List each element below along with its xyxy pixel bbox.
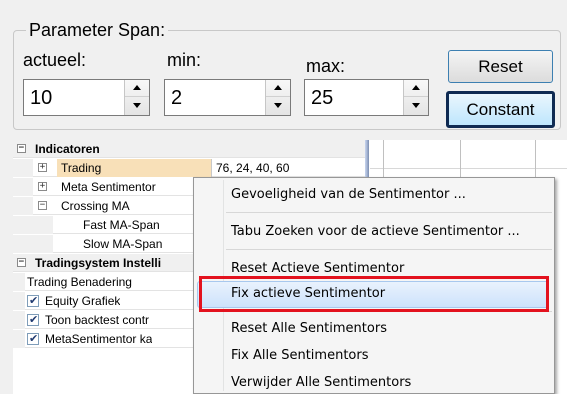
actueel-spinner[interactable]: 10 — [23, 79, 150, 116]
checkmark-icon: ✔ — [29, 313, 39, 326]
menu-item-verwijder-alle[interactable]: Verwijder Alle Sentimentors — [231, 375, 411, 391]
tree-row-label: Tradingsystem Instelli — [35, 256, 162, 270]
tree-row-label: Indicatoren — [35, 142, 100, 156]
menu-item-tabu-zoeken[interactable]: Tabu Zoeken voor de actieve Sentimentor … — [231, 224, 520, 240]
metasentimentor-checkbox[interactable]: ✔ — [27, 332, 39, 345]
tree-row-trading[interactable]: + Trading 76, 24, 40, 60 — [13, 159, 365, 177]
min-spinner[interactable]: 2 — [164, 79, 291, 116]
tree-indent — [13, 311, 25, 329]
menu-separator — [226, 249, 552, 250]
actueel-label: actueel: — [23, 50, 87, 70]
tree-indent — [13, 273, 25, 291]
triangle-down-icon — [133, 103, 141, 108]
max-spinner[interactable]: 25 — [304, 79, 429, 116]
max-label: max: — [306, 56, 346, 76]
reset-button[interactable]: Reset — [448, 50, 553, 83]
checkmark-icon: ✔ — [29, 294, 39, 307]
tree-indent — [13, 197, 33, 215]
min-spin-buttons — [265, 80, 290, 115]
tree-row-label: Trading Benadering — [27, 275, 132, 289]
toon-backtest-checkbox[interactable]: ✔ — [27, 313, 39, 326]
min-decrement-button[interactable] — [266, 97, 290, 114]
actueel-decrement-button[interactable] — [125, 97, 149, 114]
max-value[interactable]: 25 — [311, 87, 333, 109]
constant-button[interactable]: Constant — [446, 91, 555, 128]
min-value[interactable]: 2 — [171, 87, 182, 109]
tree-row-label: Trading — [57, 159, 211, 177]
minus-expander-icon[interactable]: − — [17, 144, 26, 153]
application-window: Parameter Span: actueel: min: max: 10 2 … — [0, 0, 567, 394]
plus-expander-icon[interactable]: + — [38, 163, 47, 172]
menu-item-reset-actieve[interactable]: Reset Actieve Sentimentor — [231, 261, 404, 277]
tree-indent — [13, 235, 53, 253]
checkmark-icon: ✔ — [29, 332, 39, 345]
tree-row-label: Fast MA-Span — [83, 218, 160, 232]
tree-row-label: Equity Grafiek — [45, 294, 121, 308]
triangle-down-icon — [412, 103, 420, 108]
tree-row-label: Crossing MA — [61, 199, 130, 213]
tree-row-label: Toon backtest contr — [45, 313, 150, 327]
minus-expander-icon[interactable]: − — [17, 258, 26, 267]
tree-indent — [13, 216, 53, 234]
tree-indent — [13, 178, 33, 196]
menu-separator — [226, 212, 552, 213]
menu-item-reset-alle[interactable]: Reset Alle Sentimentors — [231, 321, 387, 337]
max-increment-button[interactable] — [404, 80, 428, 97]
equity-grafiek-checkbox[interactable]: ✔ — [27, 294, 39, 307]
minus-expander-icon[interactable]: − — [38, 201, 47, 210]
tree-row-value[interactable]: 76, 24, 40, 60 — [211, 159, 365, 177]
menu-item-fix-alle[interactable]: Fix Alle Sentimentors — [231, 348, 368, 364]
plus-expander-icon[interactable]: + — [38, 182, 47, 191]
triangle-up-icon — [133, 85, 141, 90]
actueel-value[interactable]: 10 — [30, 87, 52, 109]
min-label: min: — [167, 50, 202, 70]
triangle-down-icon — [274, 103, 282, 108]
tree-row-label: MetaSentimentor ka — [45, 332, 153, 346]
menu-item-gevoeligheid[interactable]: Gevoeligheid van de Sentimentor ... — [231, 187, 466, 203]
actueel-increment-button[interactable] — [125, 80, 149, 97]
red-highlight-annotation — [199, 276, 549, 312]
max-decrement-button[interactable] — [404, 97, 428, 114]
tree-indent — [13, 330, 25, 348]
tree-row-label: Meta Sentimentor — [61, 180, 156, 194]
triangle-up-icon — [412, 85, 420, 90]
tree-row-label: Slow MA-Span — [83, 237, 163, 251]
chart-gridline — [370, 168, 567, 169]
tree-indent — [13, 159, 33, 177]
triangle-up-icon — [274, 85, 282, 90]
actueel-spin-buttons — [124, 80, 149, 115]
min-increment-button[interactable] — [266, 80, 290, 97]
tree-row-indicatoren[interactable]: − Indicatoren — [13, 140, 365, 158]
max-spin-buttons — [403, 80, 428, 115]
tree-indent — [13, 292, 25, 310]
parameter-span-title: Parameter Span: — [26, 20, 169, 40]
